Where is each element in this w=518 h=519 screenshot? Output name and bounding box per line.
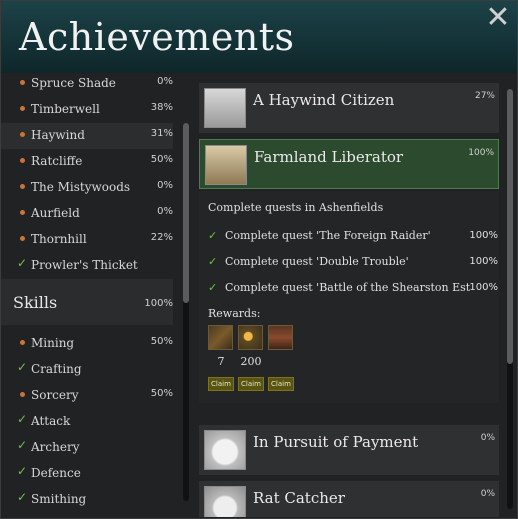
window-title: Achievements bbox=[19, 15, 295, 59]
rewards-label: Rewards: bbox=[208, 307, 261, 320]
achievements-window: Achievements ✕ Spruce Shade 0% Timberwel… bbox=[0, 0, 518, 519]
quest-row: ✓ Complete quest 'The Foreign Raider' 10… bbox=[208, 229, 498, 242]
skill-item[interactable]: ✓ Defence bbox=[1, 461, 173, 487]
skill-item[interactable]: ✓ Attack bbox=[1, 409, 173, 435]
checkmark-icon: ✓ bbox=[17, 464, 28, 478]
claim-button[interactable]: Claim bbox=[208, 377, 234, 391]
checkmark-icon: ✓ bbox=[17, 490, 28, 504]
status-dot-icon bbox=[20, 210, 25, 215]
status-dot-icon bbox=[20, 106, 25, 111]
status-dot-icon bbox=[20, 132, 25, 137]
status-dot-icon bbox=[20, 340, 25, 345]
region-item[interactable]: Aurfield 0% bbox=[1, 201, 173, 227]
gold-coins-icon[interactable] bbox=[238, 325, 263, 350]
achievement-thumbnail bbox=[204, 486, 246, 517]
achievement-description: Complete quests in Ashenfields bbox=[208, 201, 384, 214]
quest-row: ✓ Complete quest 'Double Trouble' 100% bbox=[208, 255, 498, 268]
achievement-card[interactable]: Rat Catcher 0% bbox=[199, 481, 499, 517]
checkmark-icon: ✓ bbox=[17, 256, 28, 270]
achievement-scrollbar[interactable] bbox=[507, 89, 513, 509]
achievement-card-active[interactable]: Farmland Liberator 100% bbox=[199, 139, 499, 189]
region-item[interactable]: Spruce Shade 0% bbox=[1, 73, 173, 97]
checkmark-icon: ✓ bbox=[17, 438, 28, 452]
region-item[interactable]: Thornhill 22% bbox=[1, 227, 173, 253]
window-header: Achievements ✕ bbox=[1, 1, 517, 73]
reward-count: 200 bbox=[240, 355, 262, 368]
armor-icon[interactable] bbox=[268, 325, 293, 350]
achievement-card[interactable]: A Haywind Citizen 27% bbox=[199, 83, 499, 133]
skill-item[interactable]: ✓ Smithing bbox=[1, 487, 173, 513]
status-dot-icon bbox=[20, 184, 25, 189]
status-dot-icon bbox=[20, 158, 25, 163]
region-item[interactable]: Timberwell 38% bbox=[1, 97, 173, 123]
close-icon[interactable]: ✕ bbox=[485, 3, 511, 33]
scrollbar-thumb[interactable] bbox=[507, 89, 513, 364]
status-dot-icon bbox=[20, 392, 25, 397]
region-item-selected[interactable]: Haywind 31% bbox=[1, 123, 173, 149]
achievement-list: A Haywind Citizen 27% Farmland Liberator… bbox=[197, 81, 515, 517]
status-dot-icon bbox=[20, 80, 25, 85]
skill-item[interactable]: Mining 50% bbox=[1, 331, 173, 357]
category-list: Spruce Shade 0% Timberwell 38% Haywind 3… bbox=[1, 73, 191, 518]
region-item[interactable]: The Mistywoods 0% bbox=[1, 175, 173, 201]
achievement-detail: Complete quests in Ashenfields ✓ Complet… bbox=[199, 191, 499, 403]
checkmark-icon: ✓ bbox=[17, 412, 28, 426]
bow-icon[interactable] bbox=[208, 325, 233, 350]
skill-item[interactable]: ✓ Archery bbox=[1, 435, 173, 461]
achievement-card[interactable]: In Pursuit of Payment 0% bbox=[199, 425, 499, 475]
checkmark-icon: ✓ bbox=[208, 255, 218, 268]
skill-item[interactable]: ✓ Crafting bbox=[1, 357, 173, 383]
checkmark-icon: ✓ bbox=[208, 229, 218, 242]
skill-item[interactable]: Sorcery 50% bbox=[1, 383, 173, 409]
reward-count: 7 bbox=[217, 355, 225, 368]
region-item[interactable]: ✓ Prowler's Thicket bbox=[1, 253, 173, 279]
achievement-thumbnail bbox=[204, 430, 246, 470]
region-item[interactable]: Ratcliffe 50% bbox=[1, 149, 173, 175]
checkmark-icon: ✓ bbox=[208, 281, 218, 294]
scrollbar-thumb[interactable] bbox=[183, 123, 189, 303]
claim-button[interactable]: Claim bbox=[238, 377, 264, 391]
claim-button[interactable]: Claim bbox=[268, 377, 294, 391]
status-dot-icon bbox=[20, 236, 25, 241]
checkmark-icon: ✓ bbox=[17, 360, 28, 374]
quest-row: ✓ Complete quest 'Battle of the Shearsto… bbox=[208, 281, 498, 294]
skills-category-header[interactable]: Skills 100% bbox=[1, 279, 173, 325]
achievement-thumbnail bbox=[205, 145, 247, 185]
category-scrollbar[interactable] bbox=[183, 123, 189, 501]
achievement-thumbnail bbox=[204, 88, 246, 128]
